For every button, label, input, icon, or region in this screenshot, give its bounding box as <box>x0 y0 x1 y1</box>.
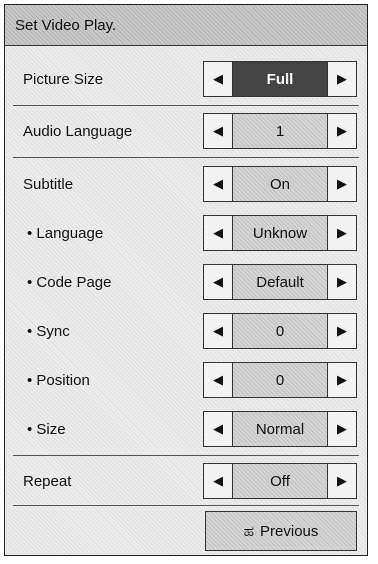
divider <box>13 505 359 506</box>
code-page-next-arrow-icon[interactable]: ▶ <box>327 265 356 299</box>
label-picture-size: Picture Size <box>23 70 104 88</box>
audio-language-value[interactable]: 1 <box>233 114 327 148</box>
divider <box>13 105 359 106</box>
row-subtitle: Subtitle ◀ On ▶ <box>5 162 367 206</box>
sync-value[interactable]: 0 <box>233 314 327 348</box>
position-next-arrow-icon[interactable]: ▶ <box>327 363 356 397</box>
size-next-arrow-icon[interactable]: ▶ <box>327 412 356 446</box>
sync-prev-arrow-icon[interactable]: ◀ <box>204 314 233 348</box>
picture-size-control: ◀ Full ▶ <box>203 61 357 97</box>
sync-control: ◀ 0 ▶ <box>203 313 357 349</box>
return-icon: ಹ <box>243 522 255 540</box>
subtitle-prev-arrow-icon[interactable]: ◀ <box>204 167 233 201</box>
row-audio-language: Audio Language ◀ 1 ▶ <box>5 109 367 153</box>
position-prev-arrow-icon[interactable]: ◀ <box>204 363 233 397</box>
repeat-prev-arrow-icon[interactable]: ◀ <box>204 464 233 498</box>
set-video-play-panel: Set Video Play. Picture Size ◀ Full ▶ Au… <box>4 4 368 556</box>
label-size: • Size <box>27 420 66 438</box>
label-subtitle: Subtitle <box>23 175 74 193</box>
row-sync: • Sync ◀ 0 ▶ <box>5 309 367 353</box>
label-repeat: Repeat <box>23 472 72 490</box>
picture-size-next-arrow-icon[interactable]: ▶ <box>327 62 356 96</box>
row-subtitle-language: • Language ◀ Unknow ▶ <box>5 211 367 255</box>
repeat-next-arrow-icon[interactable]: ▶ <box>327 464 356 498</box>
row-position: • Position ◀ 0 ▶ <box>5 358 367 402</box>
picture-size-prev-arrow-icon[interactable]: ◀ <box>204 62 233 96</box>
code-page-prev-arrow-icon[interactable]: ◀ <box>204 265 233 299</box>
subtitle-language-prev-arrow-icon[interactable]: ◀ <box>204 216 233 250</box>
position-value[interactable]: 0 <box>233 363 327 397</box>
panel-title: Set Video Play. <box>5 5 367 46</box>
picture-size-value[interactable]: Full <box>233 62 327 96</box>
repeat-control: ◀ Off ▶ <box>203 463 357 499</box>
position-control: ◀ 0 ▶ <box>203 362 357 398</box>
subtitle-language-value[interactable]: Unknow <box>233 216 327 250</box>
repeat-value[interactable]: Off <box>233 464 327 498</box>
audio-language-prev-arrow-icon[interactable]: ◀ <box>204 114 233 148</box>
code-page-value[interactable]: Default <box>233 265 327 299</box>
subtitle-language-next-arrow-icon[interactable]: ▶ <box>327 216 356 250</box>
label-audio-language: Audio Language <box>23 122 133 140</box>
row-repeat: Repeat ◀ Off ▶ <box>5 459 367 503</box>
previous-button[interactable]: ಹ Previous <box>205 511 357 551</box>
previous-button-label: Previous <box>260 522 319 540</box>
subtitle-next-arrow-icon[interactable]: ▶ <box>327 167 356 201</box>
label-subtitle-language: • Language <box>27 224 104 242</box>
divider <box>13 157 359 158</box>
divider <box>13 455 359 456</box>
subtitle-language-control: ◀ Unknow ▶ <box>203 215 357 251</box>
row-code-page: • Code Page ◀ Default ▶ <box>5 260 367 304</box>
audio-language-control: ◀ 1 ▶ <box>203 113 357 149</box>
label-code-page: • Code Page <box>27 273 112 291</box>
code-page-control: ◀ Default ▶ <box>203 264 357 300</box>
sync-next-arrow-icon[interactable]: ▶ <box>327 314 356 348</box>
label-sync: • Sync <box>27 322 70 340</box>
row-picture-size: Picture Size ◀ Full ▶ <box>5 57 367 101</box>
subtitle-control: ◀ On ▶ <box>203 166 357 202</box>
audio-language-next-arrow-icon[interactable]: ▶ <box>327 114 356 148</box>
subtitle-value[interactable]: On <box>233 167 327 201</box>
label-position: • Position <box>27 371 90 389</box>
size-prev-arrow-icon[interactable]: ◀ <box>204 412 233 446</box>
size-control: ◀ Normal ▶ <box>203 411 357 447</box>
row-size: • Size ◀ Normal ▶ <box>5 407 367 451</box>
size-value[interactable]: Normal <box>233 412 327 446</box>
